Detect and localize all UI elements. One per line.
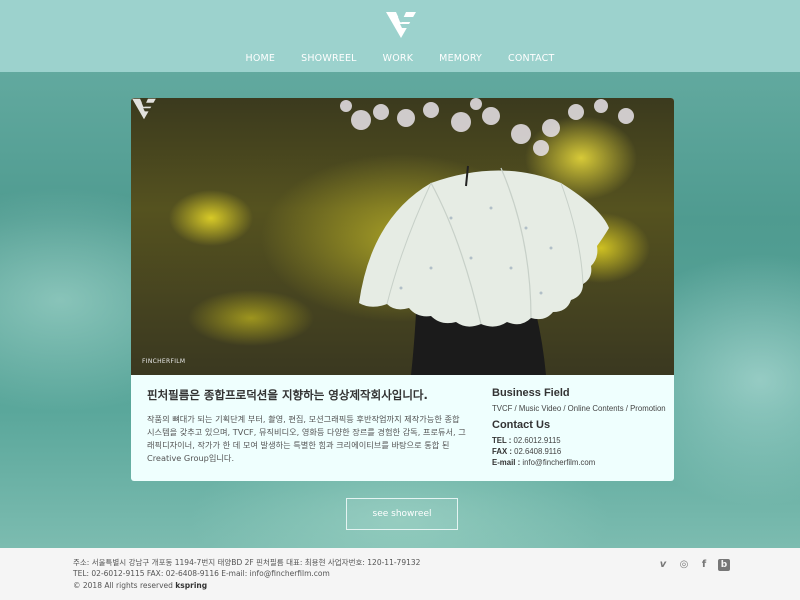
fincherfilm-logo[interactable] xyxy=(385,11,417,39)
copyright-brand[interactable]: kspring xyxy=(175,581,207,590)
fincherfilm-watermark-logo xyxy=(132,98,156,120)
see-showreel-button[interactable]: see showreel xyxy=(346,498,458,530)
tel-value: 02.6012.9115 xyxy=(513,436,561,445)
email-label: E-mail : xyxy=(492,458,521,467)
intro-headline: 핀처필름은 종합프로덕션을 지향하는 영상제작회사입니다. xyxy=(147,388,428,402)
nav-showreel[interactable]: SHOWREEL xyxy=(301,53,357,67)
footer-copyright: © 2018 All rights reserved kspring xyxy=(73,581,207,590)
info-column: Business Field TVCF / Music Video / Onli… xyxy=(492,387,672,469)
business-title: Business Field xyxy=(492,387,570,399)
vimeo-icon[interactable]: v xyxy=(657,559,669,571)
contact-title: Contact Us xyxy=(492,419,551,431)
site-header: HOME SHOWREEL WORK MEMORY CONTACT xyxy=(0,0,800,72)
tel-label: TEL : xyxy=(492,436,512,445)
contact-email: E-mail : info@fincherfilm.com xyxy=(492,458,672,467)
site-footer: 주소: 서울특별시 강남구 개포동 1194-7번지 태양BD 2F 핀처필름 … xyxy=(0,548,800,600)
intro-card: FINCHERFILM 핀처필름은 종합프로덕션을 지향하는 영상제작회사입니다… xyxy=(131,98,674,481)
facebook-icon[interactable]: f xyxy=(698,559,710,571)
nav-home[interactable]: HOME xyxy=(245,53,275,67)
blogger-icon[interactable]: b xyxy=(718,559,730,571)
business-fields: TVCF / Music Video / Online Contents / P… xyxy=(492,404,666,413)
main-nav: HOME SHOWREEL WORK MEMORY CONTACT xyxy=(0,53,800,67)
nav-contact[interactable]: CONTACT xyxy=(508,53,554,67)
contact-fax: FAX : 02.6408.9116 xyxy=(492,447,672,456)
instagram-icon[interactable]: ◎ xyxy=(678,559,690,571)
fax-value: 02.6408.9116 xyxy=(514,447,562,456)
email-value[interactable]: info@fincherfilm.com xyxy=(522,458,595,467)
nav-memory[interactable]: MEMORY xyxy=(439,53,482,67)
intro-text: 핀처필름은 종합프로덕션을 지향하는 영상제작회사입니다. 작품의 뼈대가 되는… xyxy=(147,387,467,465)
footer-phones: TEL: 02-6012-9115 FAX: 02-6408-9116 E-ma… xyxy=(73,569,330,578)
footer-address: 주소: 서울특별시 강남구 개포동 1194-7번지 태양BD 2F 핀처필름 … xyxy=(73,558,421,567)
nav-work[interactable]: WORK xyxy=(383,53,414,67)
intro-description: 작품의 뼈대가 되는 기획단계 부터, 촬영, 편집, 모션그래픽등 후반작업까… xyxy=(147,414,466,463)
copyright-text: © 2018 All rights reserved xyxy=(73,581,173,590)
contact-tel: TEL : 02.6012.9115 xyxy=(492,436,672,445)
watermark-text: FINCHERFILM xyxy=(142,358,186,365)
fax-label: FAX : xyxy=(492,447,512,456)
hero-photo: FINCHERFILM xyxy=(131,98,674,375)
